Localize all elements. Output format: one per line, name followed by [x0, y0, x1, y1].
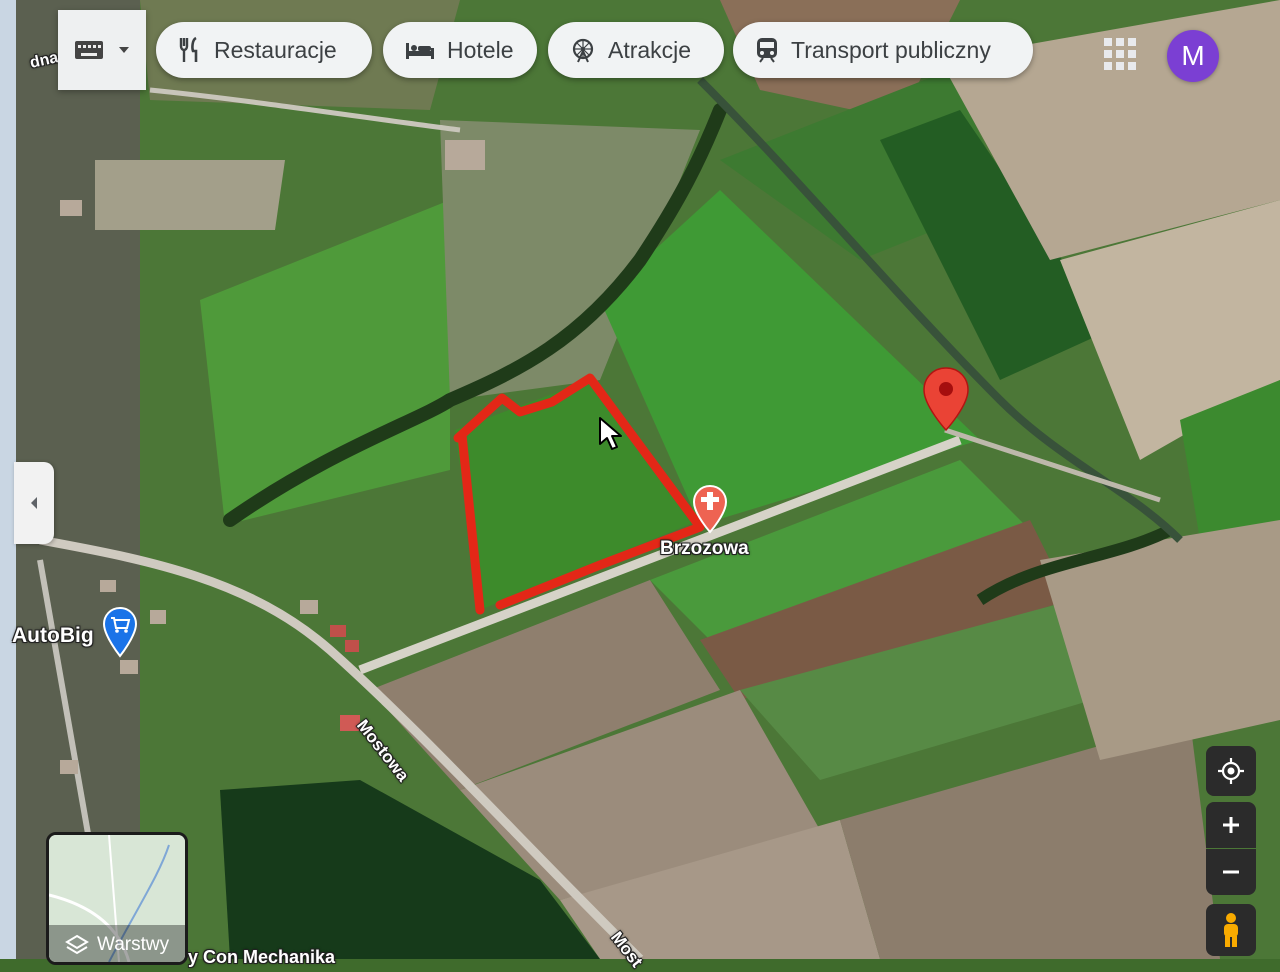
chip-label-restaurants: Restauracje: [214, 36, 337, 63]
collapse-side-panel-button[interactable]: [14, 462, 54, 544]
field-bare-left: [95, 160, 285, 230]
shopping-cart-pin-icon[interactable]: [102, 606, 138, 658]
medical-pin-icon[interactable]: [692, 484, 728, 534]
layers-icon: [65, 934, 89, 955]
keyboard-icon: [75, 41, 103, 59]
fork-knife-icon: [179, 36, 198, 62]
layers-label-text: Warstwy: [97, 934, 170, 955]
zoom-out-button[interactable]: [1206, 849, 1256, 895]
location-marker-icon[interactable]: [922, 366, 970, 432]
chevron-down-icon: [119, 47, 129, 53]
chip-hotels[interactable]: Hotele: [383, 22, 537, 78]
satellite-map[interactable]: [0, 0, 1280, 959]
input-tools-button[interactable]: [58, 10, 146, 90]
account-avatar[interactable]: M: [1167, 30, 1219, 82]
chevron-left-icon: [31, 497, 37, 509]
chip-label-public-transport: Transport publiczny: [791, 36, 991, 63]
mouse-cursor-icon: [599, 417, 622, 450]
plus-icon: [1223, 817, 1239, 833]
street-label-brzozowa: Brzozowa: [660, 538, 749, 559]
my-location-button[interactable]: [1206, 746, 1256, 796]
chip-restaurants[interactable]: Restauracje: [156, 22, 372, 78]
train-icon: [757, 38, 777, 63]
zoom-in-button[interactable]: [1206, 802, 1256, 848]
ferris-wheel-icon: [572, 38, 594, 63]
minus-icon: [1223, 870, 1239, 874]
chip-attractions[interactable]: Atrakcje: [548, 22, 724, 78]
chip-label-attractions: Atrakcje: [608, 36, 692, 63]
place-label-autobig[interactable]: AutoBig: [12, 624, 94, 648]
apps-grid-icon[interactable]: [1102, 36, 1138, 72]
layers-label: Warstwy: [65, 934, 169, 956]
street-view-pegman-button[interactable]: [1206, 904, 1256, 956]
pegman-icon: [1224, 913, 1238, 947]
bottom-partial-label: y Con Mechanika: [188, 947, 336, 967]
layers-button[interactable]: Warstwy: [46, 832, 188, 965]
bed-icon: [406, 43, 434, 59]
chip-public-transport[interactable]: Transport publiczny: [733, 22, 1033, 78]
chip-label-hotels: Hotele: [447, 36, 514, 63]
crosshair-icon: [1218, 758, 1244, 784]
